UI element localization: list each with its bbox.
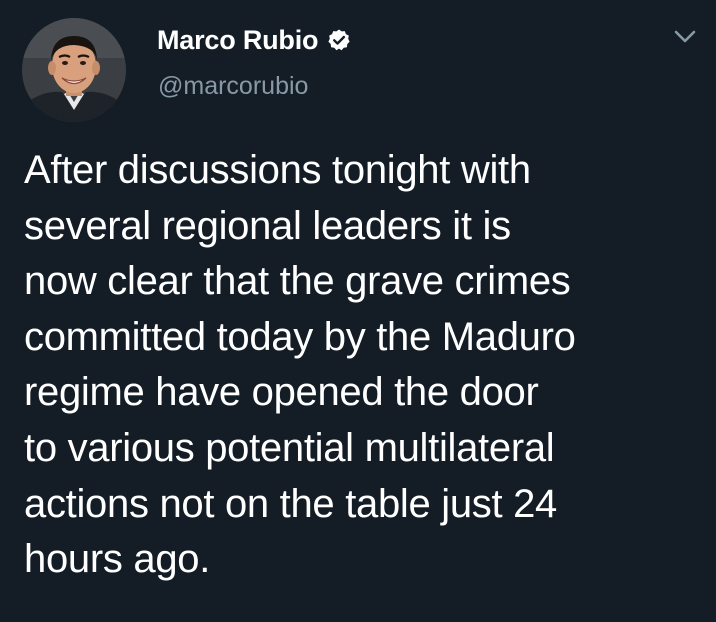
author-handle[interactable]: @marcorubio [158,72,308,101]
chevron-down-icon[interactable] [670,26,700,48]
avatar-photo-icon [22,18,126,122]
verified-badge-icon [327,28,351,52]
tweet-card: Marco Rubio @marcorubio After discussion… [0,0,716,622]
avatar[interactable] [22,18,126,122]
tweet-text: After discussions tonight with several r… [24,148,576,582]
display-name[interactable]: Marco Rubio [157,25,319,56]
author-name-row[interactable]: Marco Rubio [157,22,351,58]
